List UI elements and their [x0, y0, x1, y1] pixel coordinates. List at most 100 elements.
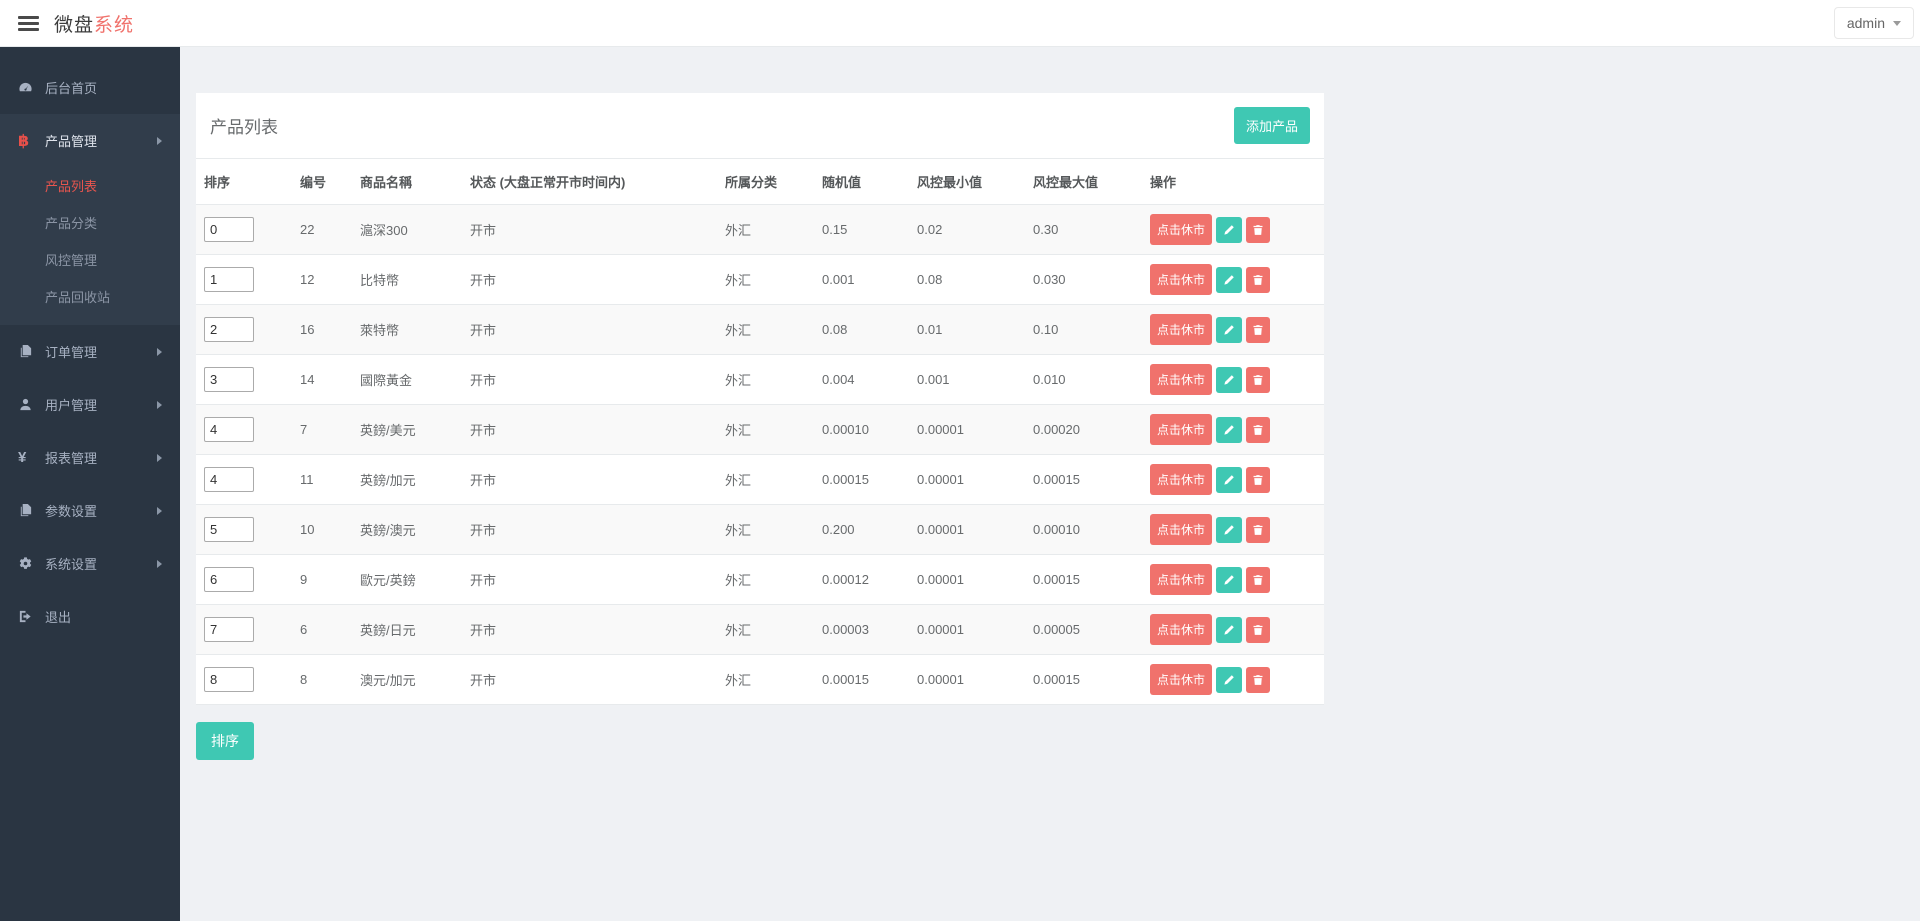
sidebar-item-logout[interactable]: 退出: [0, 590, 180, 643]
delete-button[interactable]: [1246, 316, 1271, 343]
close-market-button[interactable]: 点击休市: [1150, 414, 1213, 445]
sort-submit-button[interactable]: 排序: [196, 722, 254, 760]
pencil-icon: [1223, 224, 1235, 236]
delete-button[interactable]: [1246, 216, 1271, 243]
sidebar-item-order-management[interactable]: 订单管理: [0, 325, 180, 378]
dashboard-icon: [18, 80, 45, 95]
close-market-button[interactable]: 点击休市: [1150, 264, 1213, 295]
sidebar-submenu: 产品列表 产品分类 风控管理 产品回收站: [0, 167, 180, 325]
product-name-cell: 滬深300: [352, 204, 462, 255]
sort-input[interactable]: [204, 367, 254, 392]
sort-input[interactable]: [204, 217, 254, 242]
product-category-cell: 外汇: [717, 654, 814, 705]
close-market-button[interactable]: 点击休市: [1150, 314, 1213, 345]
sort-input[interactable]: [204, 467, 254, 492]
sidebar-item-report-management[interactable]: ¥ 报表管理: [0, 431, 180, 484]
sidebar-item-parameter-settings[interactable]: 参数设置: [0, 484, 180, 537]
edit-button[interactable]: [1216, 216, 1243, 243]
delete-button[interactable]: [1246, 266, 1271, 293]
risk-max-cell: 0.00010: [1025, 504, 1142, 555]
product-id-cell: 6: [292, 604, 352, 655]
risk-max-cell: 0.00015: [1025, 454, 1142, 505]
sort-input[interactable]: [204, 417, 254, 442]
sort-input[interactable]: [204, 267, 254, 292]
edit-button[interactable]: [1216, 516, 1243, 543]
edit-button[interactable]: [1216, 666, 1243, 693]
edit-button[interactable]: [1216, 416, 1243, 443]
sidebar-item-user-management[interactable]: 用户管理: [0, 378, 180, 431]
close-market-button[interactable]: 点击休市: [1150, 564, 1213, 595]
risk-min-cell: 0.00001: [909, 454, 1025, 505]
sidebar-item-product-management[interactable]: ฿ 产品管理: [0, 114, 180, 167]
edit-button[interactable]: [1216, 466, 1243, 493]
delete-button[interactable]: [1246, 566, 1271, 593]
sidebar-item-label: 参数设置: [45, 504, 98, 519]
delete-button[interactable]: [1246, 466, 1271, 493]
panel-header: 产品列表 添加产品: [196, 93, 1324, 158]
delete-button[interactable]: [1246, 516, 1271, 543]
sidebar-item-product-category[interactable]: 产品分类: [0, 204, 180, 241]
sort-input[interactable]: [204, 317, 254, 342]
top-bar: 微盘系统 admin: [0, 0, 1920, 47]
user-dropdown[interactable]: admin: [1833, 7, 1914, 39]
edit-button[interactable]: [1216, 366, 1243, 393]
table-row: 22 滬深300 开市 外汇 0.15 0.02 0.30 点击休市: [196, 204, 1324, 255]
risk-min-cell: 0.08: [909, 254, 1025, 305]
product-name-cell: 澳元/加元: [352, 654, 462, 705]
product-status-cell: 开市: [462, 504, 717, 555]
delete-button[interactable]: [1246, 666, 1271, 693]
app-logo: 微盘系统: [54, 10, 134, 37]
product-id-cell: 10: [292, 504, 352, 555]
delete-button[interactable]: [1246, 366, 1271, 393]
sort-input[interactable]: [204, 517, 254, 542]
sidebar-item-product-recycle-bin[interactable]: 产品回收站: [0, 278, 180, 315]
sort-input[interactable]: [204, 567, 254, 592]
add-product-button[interactable]: 添加产品: [1233, 107, 1310, 144]
sort-cell: [196, 654, 292, 705]
edit-button[interactable]: [1216, 566, 1243, 593]
close-market-button[interactable]: 点击休市: [1150, 664, 1213, 695]
edit-button[interactable]: [1216, 316, 1243, 343]
product-name-cell: 英鎊/日元: [352, 604, 462, 655]
product-status-cell: 开市: [462, 354, 717, 405]
product-status-cell: 开市: [462, 604, 717, 655]
close-market-button[interactable]: 点击休市: [1150, 464, 1213, 495]
col-header-id: 编号: [292, 158, 352, 205]
close-market-button[interactable]: 点击休市: [1150, 514, 1213, 545]
table-row: 14 國際黃金 开市 外汇 0.004 0.001 0.010 点击休市: [196, 354, 1324, 405]
close-market-button[interactable]: 点击休市: [1150, 214, 1213, 245]
product-name-cell: 英鎊/加元: [352, 454, 462, 505]
product-name-cell: 英鎊/美元: [352, 404, 462, 455]
product-status-cell: 开市: [462, 654, 717, 705]
logo-primary: 微盘: [54, 14, 95, 36]
product-id-cell: 14: [292, 354, 352, 405]
product-status-cell: 开市: [462, 254, 717, 305]
col-header-risk-max: 风控最大值: [1025, 158, 1142, 205]
edit-button[interactable]: [1216, 266, 1243, 293]
random-value-cell: 0.004: [814, 354, 909, 405]
table-row: 12 比特幣 开市 外汇 0.001 0.08 0.030 点击休市: [196, 254, 1324, 305]
product-category-cell: 外汇: [717, 204, 814, 255]
sort-cell: [196, 354, 292, 405]
product-status-cell: 开市: [462, 404, 717, 455]
sidebar-item-label: 产品管理: [45, 134, 98, 149]
product-category-cell: 外汇: [717, 404, 814, 455]
product-category-cell: 外汇: [717, 554, 814, 605]
sidebar-item-risk-management[interactable]: 风控管理: [0, 241, 180, 278]
delete-button[interactable]: [1246, 416, 1271, 443]
close-market-button[interactable]: 点击休市: [1150, 614, 1213, 645]
sidebar-item-dashboard[interactable]: 后台首页: [0, 61, 180, 114]
sidebar-item-product-list[interactable]: 产品列表: [0, 167, 180, 204]
sort-input[interactable]: [204, 617, 254, 642]
pencil-icon: [1223, 574, 1235, 586]
close-market-button[interactable]: 点击休市: [1150, 364, 1213, 395]
actions-cell: 点击休市: [1142, 454, 1324, 505]
table-row: 16 萊特幣 开市 外汇 0.08 0.01 0.10 点击休市: [196, 304, 1324, 355]
product-table-body: 22 滬深300 开市 外汇 0.15 0.02 0.30 点击休市 12 比特…: [196, 204, 1324, 705]
sort-input[interactable]: [204, 667, 254, 692]
username: admin: [1846, 15, 1885, 31]
sidebar-item-system-settings[interactable]: 系统设置: [0, 537, 180, 590]
menu-toggle-icon[interactable]: [18, 13, 39, 34]
edit-button[interactable]: [1216, 616, 1243, 643]
delete-button[interactable]: [1246, 616, 1271, 643]
